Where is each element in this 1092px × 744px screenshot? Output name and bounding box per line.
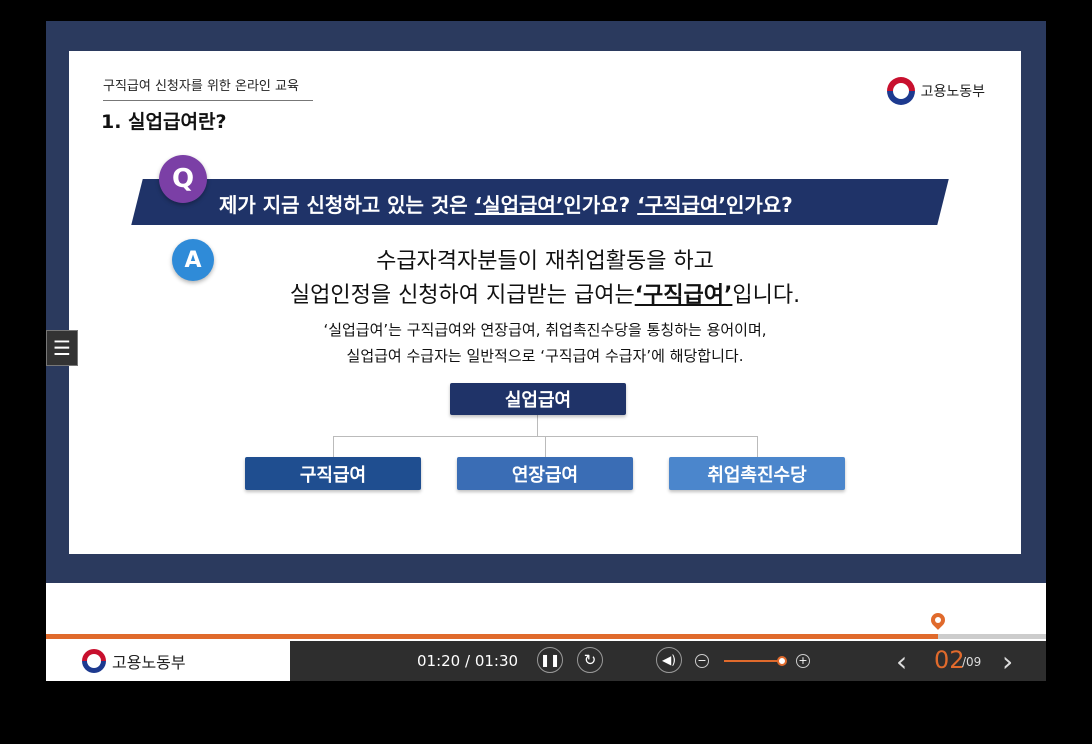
diagram-connector: [537, 415, 538, 437]
diagram-connector: [757, 436, 758, 457]
answer-line-2: 실업인정을 신청하여 지급받는 급여는‘구직급여’입니다.: [289, 283, 801, 308]
diagram-child-box: 연장급여: [457, 457, 633, 490]
volume-down-button[interactable]: −: [695, 654, 709, 668]
brand-name: 고용노동부: [920, 84, 985, 100]
hamburger-icon: ☰: [53, 336, 71, 360]
chevron-left-icon: ‹: [896, 645, 908, 678]
progress-fill: [46, 634, 938, 639]
diagram-child-box: 취업촉진수당: [669, 457, 845, 490]
answer-detail-2: 실업급여 수급자는 일반적으로 ‘구직급여 수급자’에 해당합니다.: [346, 347, 744, 365]
pause-button[interactable]: ❚❚: [537, 647, 563, 673]
next-page-button[interactable]: ›: [1002, 645, 1013, 678]
plus-icon: +: [798, 654, 808, 667]
volume-knob[interactable]: [777, 656, 787, 666]
total-pages: /09: [962, 655, 982, 669]
taegeuk-logo-icon: [82, 649, 106, 673]
chevron-right-icon: ›: [1002, 645, 1014, 678]
prev-page-button[interactable]: ‹: [896, 645, 907, 678]
replay-button[interactable]: ↻: [577, 647, 603, 673]
answer-line-1: 수급자격자분들이 재취업활동을 하고: [376, 249, 714, 274]
diagram-connector: [545, 436, 546, 457]
time-display: 01:20 / 01:30: [417, 652, 519, 670]
volume-up-button[interactable]: +: [796, 654, 810, 668]
menu-button[interactable]: ☰: [46, 330, 78, 366]
replay-icon: ↻: [583, 651, 597, 669]
volume-button[interactable]: ◀): [656, 647, 682, 673]
section-title: 1. 실업급여란?: [101, 111, 227, 133]
course-title: 구직급여 신청자를 위한 온라인 교육: [103, 75, 313, 101]
brand-logo-top: 고용노동부: [886, 77, 985, 105]
speaker-icon: ◀): [662, 653, 676, 667]
slide-stage: 구직급여 신청자를 위한 온라인 교육 1. 실업급여란? 고용노동부 Q 제가…: [46, 21, 1046, 583]
volume-slider[interactable]: [724, 660, 784, 662]
diagram-root-box: 실업급여: [450, 383, 626, 415]
diagram-connector: [333, 436, 334, 457]
lesson-player: 구직급여 신청자를 위한 온라인 교육 1. 실업급여란? 고용노동부 Q 제가…: [46, 21, 1046, 681]
current-page: 02: [934, 646, 965, 674]
answer-detail-1: ‘실업급여’는 구직급여와 연장급여, 취업촉진수당을 통칭하는 용어이며,: [323, 321, 767, 339]
question-badge-icon: Q: [159, 155, 207, 203]
minus-icon: −: [697, 654, 707, 667]
progress-marker-icon[interactable]: [928, 610, 948, 630]
pause-icon: ❚❚: [539, 653, 561, 667]
question-text: 제가 지금 신청하고 있는 것은 ‘실업급여’인가요? ‘구직급여’인가요?: [219, 193, 793, 217]
control-bar: 고용노동부 01:20 / 01:30 ❚❚ ↻ ◀) − + ‹ 02 /09…: [46, 641, 1046, 681]
diagram-child-box: 구직급여: [245, 457, 421, 490]
footer-brand-name: 고용노동부: [112, 653, 186, 672]
footer-brand: 고용노동부: [46, 641, 290, 681]
slide-content: 구직급여 신청자를 위한 온라인 교육 1. 실업급여란? 고용노동부 Q 제가…: [69, 51, 1021, 554]
taegeuk-logo-icon: [886, 77, 915, 105]
